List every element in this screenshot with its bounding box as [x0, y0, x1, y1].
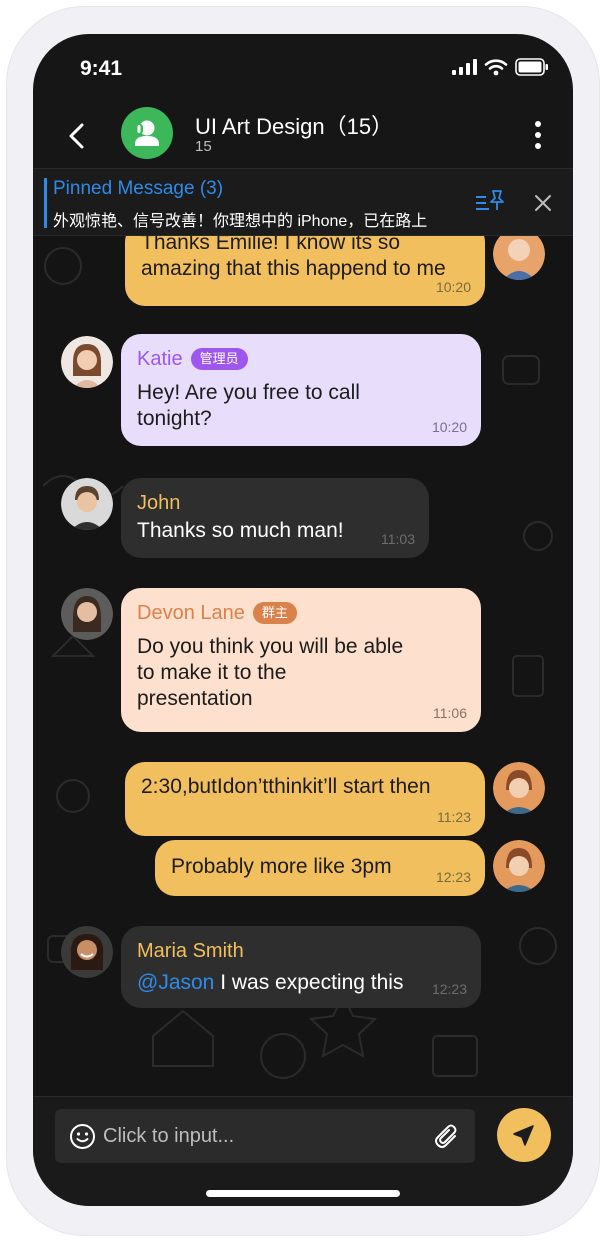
message-bubble-outgoing[interactable]: Probably more like 3pm 12:23	[155, 840, 485, 896]
message-sender: John	[137, 478, 413, 516]
chevron-left-icon	[69, 123, 84, 149]
wifi-icon	[484, 59, 508, 76]
avatar[interactable]	[493, 840, 545, 892]
message-text: 2:30,butIdon’tthinkit’ll start then	[141, 775, 431, 798]
message-sender: Maria Smith	[137, 926, 465, 964]
status-icons	[451, 58, 549, 76]
message-bubble-john[interactable]: John Thanks so much man! 11:03	[121, 478, 429, 558]
group-avatar-icon	[135, 120, 159, 146]
emoji-button[interactable]	[69, 1123, 96, 1150]
admin-badge: 管理员	[190, 348, 248, 370]
message-text: Thanks so much man!	[137, 519, 344, 542]
avatar[interactable]	[493, 762, 545, 814]
message-bubble-devon[interactable]: Devon Lane 群主 Do you think you will be a…	[121, 588, 481, 732]
more-button[interactable]	[531, 118, 545, 152]
avatar[interactable]	[61, 926, 113, 978]
message-input-box[interactable]	[55, 1109, 475, 1163]
home-indicator	[206, 1190, 400, 1197]
sender-name: John	[137, 492, 181, 514]
user-avatar-icon	[61, 588, 113, 640]
message-text: Do you think you will be able to make it…	[137, 635, 404, 710]
message-time: 10:20	[431, 419, 467, 435]
owner-badge: 群主	[252, 602, 297, 624]
message-text: Hey! Are you free to call tonight?	[137, 381, 360, 430]
message-bubble-outgoing[interactable]: 2:30,butIdon’tthinkit’ll start then 11:2…	[125, 762, 485, 836]
user-avatar-icon	[61, 926, 113, 978]
message-sender: Katie 管理员	[137, 334, 465, 372]
message-bubble-maria[interactable]: Maria Smith @Jason I was expecting this …	[121, 926, 481, 1008]
message-time: 10:20	[435, 279, 471, 295]
close-icon	[535, 195, 551, 211]
pinned-message[interactable]: Pinned Message (3) 外观惊艳、信号改善！你理想中的 iPhon…	[33, 168, 573, 236]
sender-name: Katie	[137, 348, 183, 370]
pinned-list-button[interactable]	[475, 189, 505, 215]
status-bar: 9:41	[33, 34, 573, 104]
pinned-accent-bar	[44, 178, 47, 228]
sender-name: Maria Smith	[137, 940, 244, 962]
avatar[interactable]	[61, 336, 113, 388]
user-avatar-icon	[61, 336, 113, 388]
send-button[interactable]	[497, 1108, 551, 1162]
avatar[interactable]	[61, 588, 113, 640]
status-time: 9:41	[80, 57, 123, 80]
user-avatar-icon	[61, 478, 113, 530]
phone-screen: 9:41 UI Art Design（15） 15 Pinned Message…	[33, 34, 573, 1206]
message-bubble-katie[interactable]: Katie 管理员 Hey! Are you free to call toni…	[121, 334, 481, 446]
member-count: 15	[195, 138, 212, 155]
pinned-list-icon	[476, 190, 504, 210]
message-time: 11:03	[381, 531, 415, 547]
signal-icon	[452, 59, 477, 75]
message-time: 11:06	[433, 705, 467, 721]
battery-icon	[515, 58, 548, 76]
user-avatar-icon	[493, 762, 545, 814]
paperclip-icon	[435, 1124, 457, 1148]
attach-button[interactable]	[433, 1123, 461, 1151]
avatar[interactable]	[61, 478, 113, 530]
message-text: Probably more like 3pm	[171, 855, 392, 878]
chat-messages[interactable]: Thanks Emilie! I know its so amazing tha…	[33, 236, 573, 1096]
more-vertical-icon	[535, 121, 541, 149]
message-input[interactable]	[103, 1109, 423, 1163]
send-icon	[513, 1125, 534, 1146]
pinned-title: Pinned Message (3)	[53, 178, 224, 199]
message-text-body: I was expecting this	[214, 971, 404, 994]
message-time: 11:23	[437, 809, 471, 825]
pinned-close-button[interactable]	[531, 191, 555, 215]
mention-link[interactable]: @Jason	[137, 971, 214, 994]
sender-name: Devon Lane	[137, 602, 245, 624]
message-time: 12:23	[435, 869, 471, 885]
message-text: @Jason I was expecting this	[137, 964, 465, 996]
chat-header: UI Art Design（15） 15	[33, 104, 573, 168]
smile-icon	[70, 1124, 95, 1149]
input-area	[33, 1096, 573, 1206]
message-sender: Devon Lane 群主	[137, 588, 465, 626]
pinned-text: 外观惊艳、信号改善！你理想中的 iPhone，已在路上	[53, 213, 428, 229]
user-avatar-icon	[493, 840, 545, 892]
back-button[interactable]	[63, 116, 93, 156]
group-avatar[interactable]	[121, 107, 173, 159]
message-text: Thanks Emilie! I know its so amazing tha…	[141, 236, 446, 280]
message-time: 12:23	[431, 981, 467, 997]
group-title[interactable]: UI Art Design（15）	[195, 109, 393, 141]
message-bubble-outgoing[interactable]: Thanks Emilie! I know its so amazing tha…	[125, 236, 485, 306]
